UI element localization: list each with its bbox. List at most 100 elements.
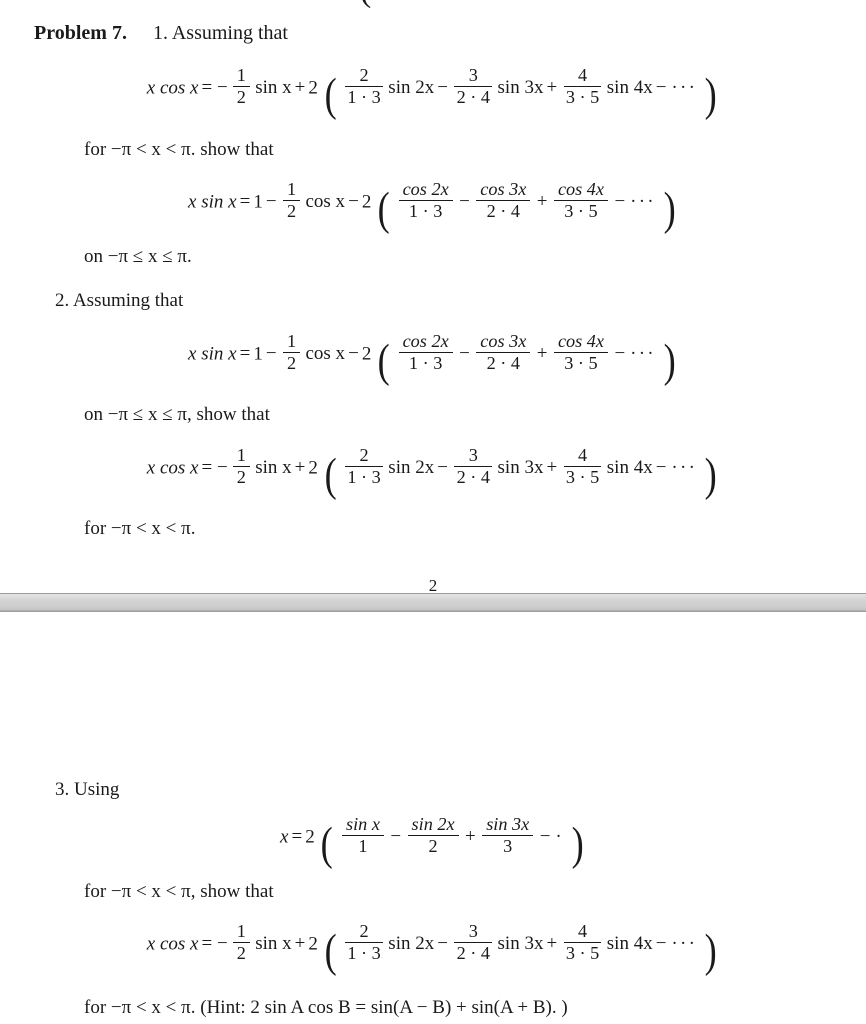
eq3-relation: = — [239, 343, 251, 365]
eq5-term-3-num: sin 3x — [482, 814, 534, 837]
eq3-term-1-fraction: cos 2x 1 · 3 — [398, 331, 453, 373]
list-item-2: 2. Assuming that — [55, 290, 184, 312]
eq6-first-term: sin x — [255, 933, 292, 955]
eq1-term-3-fraction: 43 · 5 — [563, 65, 602, 107]
page-sheet-top: ( Problem 7.1. Assuming that x cos x=−12… — [0, 0, 866, 592]
eq6-half-num: 1 — [232, 921, 250, 944]
eq6-term-3-fn: sin 4x — [606, 933, 653, 955]
eq6-term-2-fraction: 32 · 4 — [454, 921, 493, 964]
eq2-relation: = — [239, 191, 251, 213]
eq2-term-3-den: 3 · 5 — [564, 201, 598, 222]
eq3-term-2-num: cos 3x — [476, 331, 531, 354]
eq3-lhs: x sin x — [188, 343, 237, 365]
list-marker-2: 2. — [55, 290, 70, 311]
eq3-term-3-op: + — [536, 343, 548, 365]
list-item-3: 3. Using — [55, 779, 119, 801]
eq1-term-3-num: 4 — [563, 65, 602, 88]
eq6-plus: + — [294, 933, 306, 955]
equation-x-series: x = 2(sin x 1− sin 2x 2 + sin 3x 3− ·) — [280, 814, 584, 871]
eq2-ellipsis: ··· — [630, 191, 656, 213]
item-2-intro: Assuming that — [72, 290, 184, 311]
eq2-minus: − — [265, 191, 277, 213]
eq4-half-num: 1 — [232, 445, 250, 468]
eq3-term-2-den: 2 · 4 — [486, 353, 521, 374]
eq1-term-2-fraction: 32 · 4 — [454, 65, 493, 108]
eq5-term-3-den: 3 — [503, 836, 513, 857]
eq6-lhs: x cos x — [146, 933, 199, 955]
equation-xsin-1: x sin x = 1−1 2 cos x −2(cos 2x 1 · 3− cos 3x 2 … — [188, 179, 676, 236]
eq4-term-2-num: 3 — [454, 445, 493, 468]
eq1-term-1-fn: sin 2x — [388, 77, 435, 99]
eq2-half-num: 1 — [283, 179, 301, 202]
eq1-first-term: sin x — [255, 77, 292, 99]
eq4-term-1-den: 1 · 3 — [347, 467, 381, 488]
eq3-term-2-op: − — [459, 343, 470, 365]
eq6-term-3-num: 4 — [563, 921, 602, 944]
eq4-half-fraction: 12 — [232, 445, 250, 488]
eq5-term-1-num: sin x — [342, 814, 384, 837]
eq1-term-3-fn: sin 4x — [606, 77, 653, 99]
eq6-tail-op: − — [655, 933, 667, 955]
eq2-term-3-op: + — [536, 191, 548, 213]
eq2-term-3-fraction: cos 4x 3 · 5 — [553, 179, 609, 222]
eq5-term-2-fraction: sin 2x 2 — [407, 814, 459, 857]
eq6-term-1-fraction: 21 · 3 — [345, 921, 383, 963]
eq4-leading-sign: − — [216, 457, 228, 479]
eq1-leading-sign: − — [216, 77, 228, 99]
eq5-term-3-fraction: sin 3x 3 — [482, 814, 534, 857]
equation-xcos-1: x cos x = −1 2 sin x +2(2 1 · 3 sin 2x −3 2 · 4 si… — [146, 65, 717, 122]
eq1-relation: = — [201, 77, 213, 99]
eq3-term-3-den: 3 · 5 — [564, 353, 598, 374]
eq3-factor: 2 — [361, 343, 372, 365]
eq2-half-den: 2 — [287, 201, 297, 222]
equation-xcos-2: x cos x = −1 2 sin x +2(2 1 · 3 sin 2x −3 2 · 4 si… — [146, 445, 717, 502]
eq1-term-2-op: − — [437, 77, 448, 99]
eq2-first-term: cos x — [305, 191, 346, 213]
eq4-term-2-den: 2 · 4 — [456, 467, 491, 488]
eq5-term-2-op: − — [390, 826, 402, 848]
eq1-lhs: x cos x — [146, 77, 199, 99]
eq5-term-2-num: sin 2x — [407, 814, 459, 837]
eq6-term-2-num: 3 — [454, 921, 493, 944]
eq2-tail-op: − — [614, 191, 626, 213]
eq6-term-2-op: − — [437, 933, 448, 955]
eq5-term-1-fraction: sin x1 — [342, 814, 384, 856]
eq4-term-3-fraction: 43 · 5 — [563, 445, 602, 487]
eq3-term-3-num: cos 4x — [553, 331, 609, 354]
eq5-term-2-den: 2 — [428, 836, 438, 857]
eq5-term-3-op: + — [465, 826, 476, 848]
clipped-paren-glyph: ( — [360, 0, 371, 8]
eq6-leading-sign: − — [216, 933, 228, 955]
page-title: Problem 7. — [34, 22, 127, 44]
eq1-plus: + — [294, 77, 306, 99]
eq5-tail-op: − — [539, 826, 551, 848]
eq5-ellipsis: · — [555, 826, 564, 848]
item-3-condition-before: for −π < x < π, show that — [84, 881, 274, 902]
eq3-tail-op: − — [614, 343, 626, 365]
eq4-term-2-fraction: 32 · 4 — [454, 445, 493, 488]
page-separator-bar — [0, 592, 866, 612]
eq6-half-fraction: 12 — [232, 921, 250, 963]
page-sheet-bottom: 3. Using x = 2(sin x 1− sin 2x 2 + sin 3x 3− ·) f… — [0, 612, 866, 1024]
eq1-term-2-den: 2 · 4 — [456, 87, 491, 108]
eq2-term-3-num: cos 4x — [553, 179, 609, 202]
eq4-plus: + — [294, 457, 306, 479]
eq2-minus-2: − — [348, 191, 359, 213]
eq6-term-2-den: 2 · 4 — [456, 943, 491, 964]
item-1-intro: Assuming that — [171, 22, 288, 44]
eq4-half-den: 2 — [236, 467, 246, 488]
eq3-term-3-fraction: cos 4x 3 · 5 — [553, 331, 609, 374]
equation-xsin-2: x sin x = 1−1 2 cos x −2(cos 2x 1 · 3− cos 3x 2 … — [188, 331, 676, 388]
eq4-relation: = — [201, 457, 213, 479]
eq4-lhs: x cos x — [146, 457, 199, 479]
eq2-factor: 2 — [361, 191, 372, 213]
eq3-minus-2: − — [348, 343, 359, 365]
eq2-half-fraction: 12 — [283, 179, 301, 222]
eq6-term-3-fraction: 43 · 5 — [563, 921, 602, 963]
eq1-ellipsis: ··· — [671, 77, 698, 99]
eq6-ellipsis: ··· — [671, 933, 698, 955]
eq2-term-1-fraction: cos 2x 1 · 3 — [398, 179, 453, 221]
eq4-term-2-fn: sin 3x — [497, 457, 544, 479]
eq2-lhs: x sin x — [188, 191, 237, 213]
eq3-half-num: 1 — [283, 331, 301, 354]
